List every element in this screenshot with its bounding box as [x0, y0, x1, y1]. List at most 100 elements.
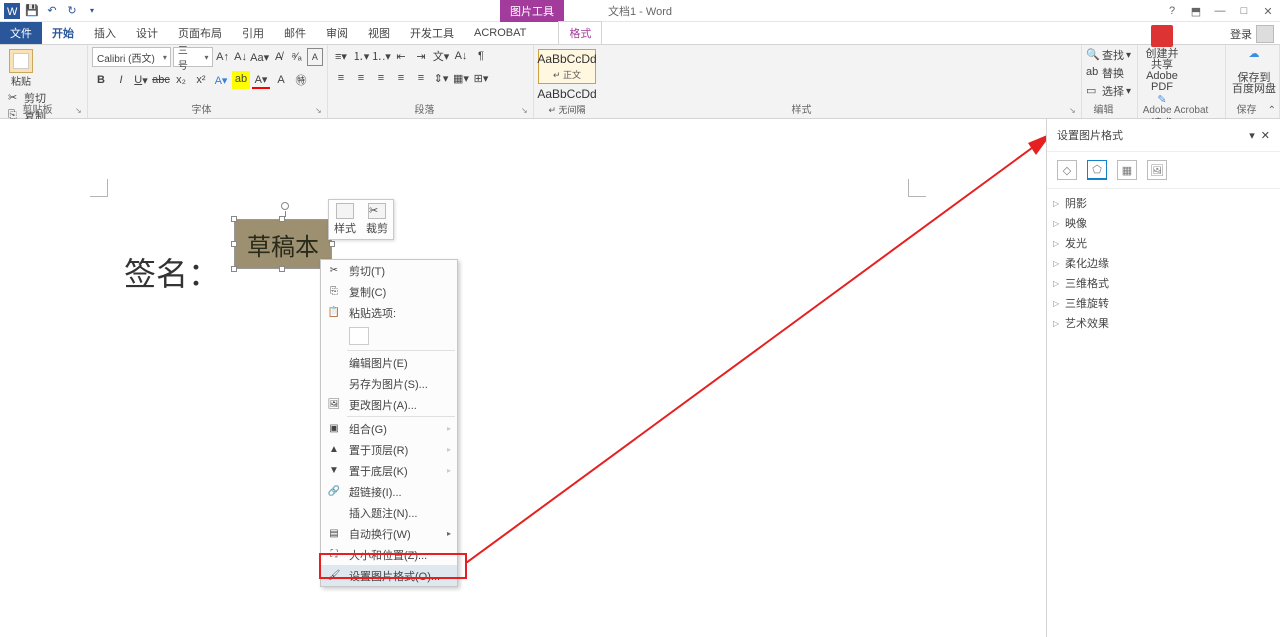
resize-handle[interactable]: [231, 266, 237, 272]
tab-insert[interactable]: 插入: [84, 22, 126, 44]
grow-font-icon[interactable]: A↑: [215, 48, 231, 66]
tp-3d-rotation[interactable]: 三维旋转: [1047, 293, 1280, 313]
mini-style-button[interactable]: 样式: [332, 203, 358, 236]
redo-icon[interactable]: ↻: [64, 3, 80, 19]
picture-icon[interactable]: 🖼: [1147, 160, 1167, 180]
phonetic-guide-icon[interactable]: ᵃ⁄ₐ: [289, 48, 305, 66]
styles-dialog-launcher[interactable]: ↘: [1069, 106, 1079, 116]
font-size-combo[interactable]: 三号: [173, 47, 213, 67]
ctx-copy[interactable]: ⎘复制(C): [321, 281, 457, 302]
superscript-icon[interactable]: x²: [192, 71, 210, 89]
change-case-icon[interactable]: Aa▾: [251, 48, 269, 66]
tab-file[interactable]: 文件: [0, 22, 42, 44]
help-icon[interactable]: ?: [1164, 5, 1180, 17]
sort-icon[interactable]: A↓: [452, 47, 470, 65]
strike-icon[interactable]: abc: [152, 71, 170, 89]
paste-option-picture[interactable]: [349, 327, 369, 345]
tp-3d-format[interactable]: 三维格式: [1047, 273, 1280, 293]
find-button[interactable]: 🔍查找▾: [1086, 47, 1133, 63]
font-color-icon[interactable]: A▾: [252, 71, 270, 89]
clear-format-icon[interactable]: A̸: [271, 48, 287, 66]
bold-icon[interactable]: B: [92, 71, 110, 89]
effects-icon[interactable]: ⬠: [1087, 160, 1107, 180]
baidu-save-button[interactable]: ☁保存到 百度网盘: [1230, 49, 1278, 95]
char-shading-icon[interactable]: A: [272, 71, 290, 89]
highlight-icon[interactable]: ab: [232, 71, 250, 89]
ctx-cut[interactable]: ✂剪切(T): [321, 260, 457, 281]
ctx-hyperlink[interactable]: 🔗超链接(I)...: [321, 481, 457, 502]
show-marks-icon[interactable]: ¶: [472, 47, 490, 65]
font-name-combo[interactable]: Calibri (西文): [92, 47, 171, 67]
tab-acrobat[interactable]: ACROBAT: [464, 22, 536, 44]
resize-handle[interactable]: [329, 241, 335, 247]
login-link[interactable]: 登录: [1230, 22, 1274, 45]
italic-icon[interactable]: I: [112, 71, 130, 89]
enclose-char-icon[interactable]: ㊕: [292, 71, 310, 89]
ribbon-collapse-icon[interactable]: ⌃: [1268, 105, 1276, 116]
align-distribute-icon[interactable]: ≡: [412, 69, 430, 87]
underline-icon[interactable]: U▾: [132, 71, 150, 89]
tab-developer[interactable]: 开发工具: [400, 22, 464, 44]
minimize-icon[interactable]: —: [1212, 5, 1228, 17]
resize-handle[interactable]: [231, 216, 237, 222]
indent-left-icon[interactable]: ⇤: [392, 47, 410, 65]
indent-right-icon[interactable]: ⇥: [412, 47, 430, 65]
asian-layout-icon[interactable]: 文▾: [432, 47, 450, 65]
select-button[interactable]: ▭选择▾: [1086, 83, 1133, 99]
shading-icon[interactable]: ▦▾: [452, 69, 470, 87]
ctx-format-picture[interactable]: 🖌设置图片格式(O)...: [321, 565, 457, 586]
tab-references[interactable]: 引用: [232, 22, 274, 44]
ctx-insert-caption[interactable]: 插入题注(N)...: [321, 502, 457, 523]
resize-handle[interactable]: [231, 241, 237, 247]
rotate-handle[interactable]: [281, 202, 289, 210]
tp-artistic[interactable]: 艺术效果: [1047, 313, 1280, 333]
save-icon[interactable]: 💾: [24, 3, 40, 19]
shrink-font-icon[interactable]: A↓: [233, 48, 249, 66]
mini-crop-button[interactable]: ✂裁剪: [364, 203, 390, 236]
tab-design[interactable]: 设计: [126, 22, 168, 44]
paste-button[interactable]: 粘贴: [4, 49, 38, 88]
ribbon-options-icon[interactable]: ⬒: [1188, 5, 1204, 18]
text-effect-icon[interactable]: A▾: [212, 71, 230, 89]
align-left-icon[interactable]: ≡: [332, 69, 350, 87]
align-right-icon[interactable]: ≡: [372, 69, 390, 87]
borders-icon[interactable]: ⊞▾: [472, 69, 490, 87]
layout-icon[interactable]: ▦: [1117, 160, 1137, 180]
document-canvas[interactable]: 签名： 草稿本 样式 ✂裁剪 ✂剪切(T) ⎘复制(C) 📋粘贴选项: 编辑图片…: [0, 119, 1046, 637]
tab-view[interactable]: 视图: [358, 22, 400, 44]
undo-icon[interactable]: ↶: [44, 3, 60, 19]
tab-format[interactable]: 格式: [558, 21, 602, 44]
resize-handle[interactable]: [279, 216, 285, 222]
paragraph-dialog-launcher[interactable]: ↘: [521, 106, 531, 116]
font-dialog-launcher[interactable]: ↘: [315, 106, 325, 116]
replace-button[interactable]: ab替换: [1086, 65, 1133, 81]
close-icon[interactable]: ✕: [1260, 5, 1276, 18]
tab-review[interactable]: 审阅: [316, 22, 358, 44]
tp-soft-edges[interactable]: 柔化边缘: [1047, 253, 1280, 273]
fill-line-icon[interactable]: ◇: [1057, 160, 1077, 180]
selected-picture[interactable]: 草稿本: [234, 219, 332, 269]
pane-close-icon[interactable]: ✕: [1261, 129, 1270, 142]
line-spacing-icon[interactable]: ⇕▾: [432, 69, 450, 87]
maximize-icon[interactable]: □: [1236, 5, 1252, 17]
ctx-size-position[interactable]: ⛶大小和位置(Z)...: [321, 544, 457, 565]
ctx-change-picture[interactable]: 🖼更改图片(A)...: [321, 394, 457, 415]
tp-shadow[interactable]: 阴影: [1047, 193, 1280, 213]
subscript-icon[interactable]: x₂: [172, 71, 190, 89]
tp-reflection[interactable]: 映像: [1047, 213, 1280, 233]
tab-mailings[interactable]: 邮件: [274, 22, 316, 44]
multilevel-icon[interactable]: ⒈.▾: [372, 47, 390, 65]
ctx-wrap-text[interactable]: ▤自动换行(W)▸: [321, 523, 457, 544]
resize-handle[interactable]: [279, 266, 285, 272]
numbering-icon[interactable]: ⒈▾: [352, 47, 370, 65]
clipboard-dialog-launcher[interactable]: ↘: [75, 106, 85, 116]
style-normal[interactable]: AaBbCcDd↵ 正文: [538, 49, 596, 84]
pane-dropdown-icon[interactable]: ▾: [1249, 129, 1255, 142]
tab-home[interactable]: 开始: [42, 22, 84, 44]
adobe-create-button[interactable]: 创建并共享 Adobe PDF: [1142, 25, 1182, 93]
align-justify-icon[interactable]: ≡: [392, 69, 410, 87]
bullets-icon[interactable]: ≡▾: [332, 47, 350, 65]
char-border-icon[interactable]: A: [307, 48, 323, 66]
ctx-save-as-picture[interactable]: 另存为图片(S)...: [321, 373, 457, 394]
align-center-icon[interactable]: ≡: [352, 69, 370, 87]
